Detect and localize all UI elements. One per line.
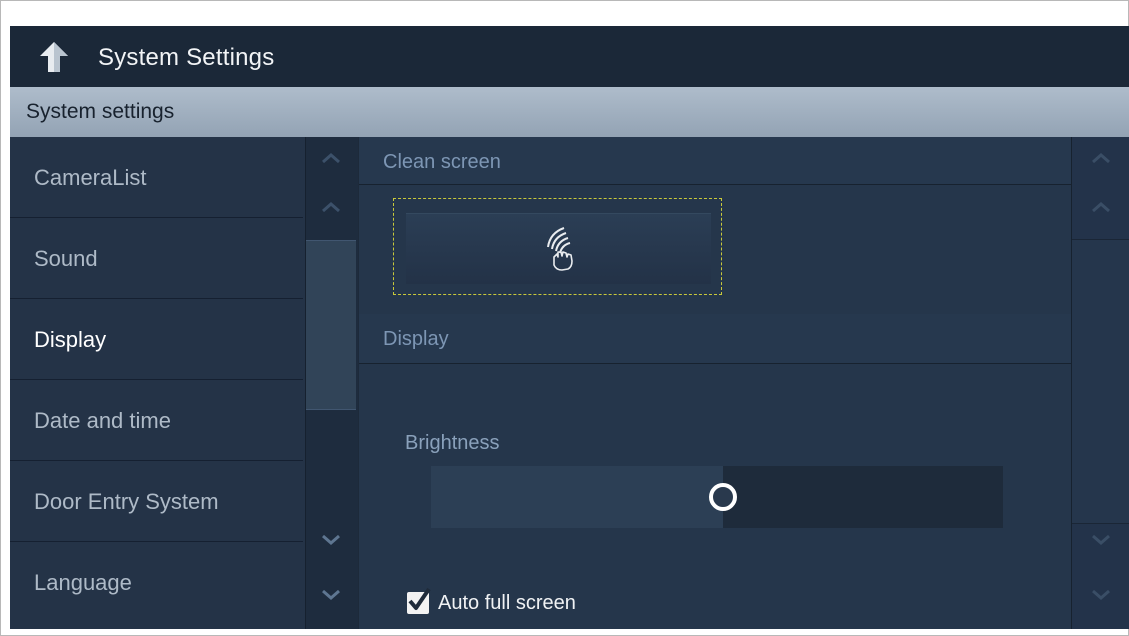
back-arrow-icon bbox=[40, 42, 68, 72]
hand-wave-icon bbox=[547, 227, 573, 271]
sidebar-item-cameralist[interactable]: CameraList bbox=[10, 137, 303, 218]
group-heading-label: Clean screen bbox=[383, 151, 501, 173]
slider-fill bbox=[431, 466, 723, 528]
sidebar-nav: CameraList Sound Display Date and time D… bbox=[10, 137, 305, 629]
sidebar-item-label: Display bbox=[34, 327, 107, 352]
group-heading-label: Display bbox=[383, 328, 449, 350]
settings-content: Clean screen Display Brightness Auto ful… bbox=[359, 137, 1071, 629]
app-window: System Settings System settings CameraLi… bbox=[10, 26, 1129, 629]
chevron-up-icon[interactable] bbox=[1090, 200, 1112, 214]
title-bar: System Settings bbox=[10, 26, 1129, 87]
content-scrollbar[interactable] bbox=[1071, 137, 1129, 629]
sidebar-item-door-entry-system[interactable]: Door Entry System bbox=[10, 461, 303, 542]
display-heading: Display bbox=[359, 314, 1071, 364]
chevron-up-icon[interactable] bbox=[320, 200, 342, 214]
brightness-slider[interactable] bbox=[431, 466, 1003, 528]
brightness-label: Brightness bbox=[405, 432, 500, 454]
clean-screen-button[interactable] bbox=[406, 213, 711, 284]
sidebar-item-display[interactable]: Display bbox=[10, 299, 303, 380]
chevron-down-icon[interactable] bbox=[1090, 588, 1112, 602]
sidebar-scrollbar[interactable] bbox=[305, 137, 358, 629]
sidebar-item-label: Door Entry System bbox=[34, 489, 219, 514]
slider-knob[interactable] bbox=[709, 483, 737, 511]
checkmark-icon bbox=[408, 587, 431, 610]
chevron-up-icon[interactable] bbox=[1090, 151, 1112, 165]
focus-outline bbox=[393, 198, 722, 295]
back-button[interactable] bbox=[38, 40, 70, 74]
auto-full-screen-label: Auto full screen bbox=[438, 592, 576, 614]
sidebar-item-label: Language bbox=[34, 570, 132, 595]
sidebar-item-label: CameraList bbox=[34, 165, 147, 190]
scrollbar-thumb[interactable] bbox=[1072, 239, 1129, 524]
section-header: System settings bbox=[10, 87, 1129, 137]
sidebar-item-label: Sound bbox=[34, 246, 98, 271]
auto-full-screen-checkbox[interactable] bbox=[407, 587, 431, 614]
screenshot-frame: System Settings System settings CameraLi… bbox=[0, 0, 1129, 636]
chevron-down-icon[interactable] bbox=[1090, 533, 1112, 547]
scrollbar-thumb[interactable] bbox=[306, 240, 356, 410]
sidebar-item-language[interactable]: Language bbox=[10, 542, 303, 622]
chevron-up-icon[interactable] bbox=[320, 151, 342, 165]
clean-screen-heading: Clean screen bbox=[359, 137, 1071, 185]
page-title: System Settings bbox=[98, 44, 275, 71]
chevron-down-icon[interactable] bbox=[320, 588, 342, 602]
sidebar-item-date-and-time[interactable]: Date and time bbox=[10, 380, 303, 461]
sidebar-item-sound[interactable]: Sound bbox=[10, 218, 303, 299]
sidebar-item-label: Date and time bbox=[34, 408, 171, 433]
section-title: System settings bbox=[26, 100, 175, 123]
chevron-down-icon[interactable] bbox=[320, 533, 342, 547]
